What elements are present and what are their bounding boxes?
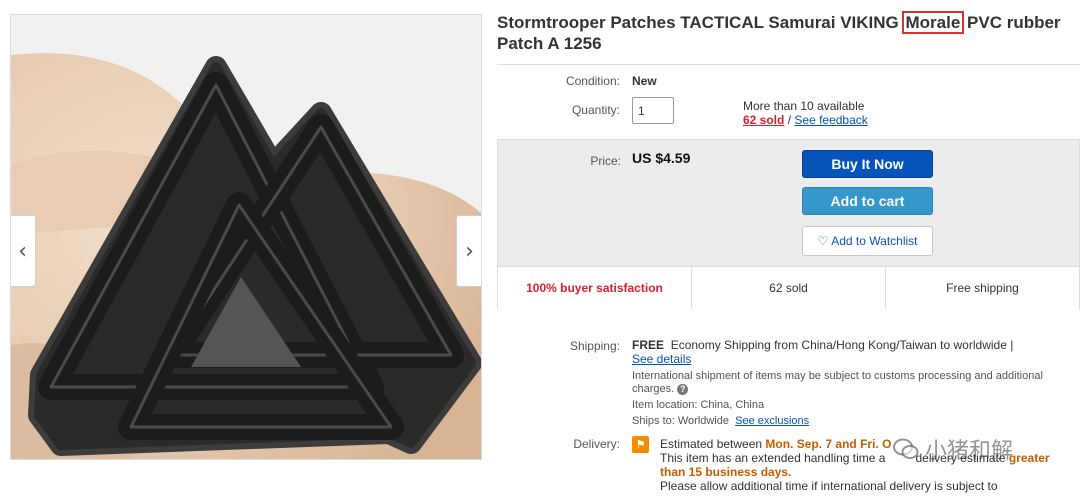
see-details-link[interactable]: See details (632, 352, 691, 366)
purchase-box: Price: US $4.59 Buy It Now Add to cart ♡… (497, 139, 1080, 309)
ships-to-label: Ships to: (632, 415, 675, 427)
buy-it-now-button[interactable]: Buy It Now (802, 150, 933, 178)
estimated-prefix: Estimated between (660, 437, 763, 451)
sold-count-link[interactable]: 62 sold (743, 113, 784, 127)
see-exclusions-link[interactable]: See exclusions (735, 415, 809, 427)
item-location: Item location: China, China (632, 399, 1072, 412)
separator: / (787, 113, 792, 127)
ships-to-value: Worldwide (677, 415, 730, 427)
shipping-label: Shipping: (569, 339, 620, 353)
watermark: 小猪和解 (893, 433, 1013, 465)
shipping-description: Economy Shipping from China/Hong Kong/Ta… (670, 338, 1014, 352)
shipping-summary: FREE Economy Shipping from China/Hong Ko… (632, 338, 1072, 366)
add-to-watchlist-button[interactable]: ♡ Add to Watchlist (802, 226, 933, 256)
watermark-text: 小猪和解 (925, 439, 1014, 464)
wechat-logo-icon (893, 438, 919, 459)
item-location-label: Item location: (632, 399, 698, 411)
sold-stat: 62 sold (692, 267, 886, 309)
watchlist-label: Add to Watchlist (831, 234, 918, 248)
handling-text-a: This item has an extended handling time … (660, 451, 886, 465)
product-image (11, 15, 481, 459)
previous-image-button[interactable]: ‹ (11, 215, 36, 287)
international-note: International shipment of items may be s… (632, 370, 1072, 396)
international-note-text: International shipment of items may be s… (632, 370, 1043, 395)
item-location-value: China, China (700, 399, 765, 411)
delivery-info: Estimated between Mon. Sep. 7 and Fri. O… (660, 437, 1080, 493)
condition-label: Condition: (565, 74, 620, 88)
price-label: Price: (590, 154, 621, 168)
ships-to: Ships to: Worldwide See exclusions (632, 415, 1072, 428)
business-days-text: than 15 business days. (660, 465, 792, 479)
free-shipping-stat: Free shipping (946, 281, 1019, 295)
chevron-right-icon: › (465, 238, 474, 264)
quantity-input[interactable] (632, 97, 674, 124)
additional-time-text: Please allow additional time if internat… (660, 479, 998, 493)
listing-title: Stormtrooper Patches TACTICAL Samurai VI… (497, 11, 1077, 54)
title-text-start: Stormtrooper Patches TACTICAL Samurai VI… (497, 13, 904, 32)
price-value: US $4.59 (632, 150, 691, 166)
add-to-cart-button[interactable]: Add to cart (802, 187, 933, 215)
buyer-satisfaction-stat: 100% buyer satisfaction (498, 267, 692, 309)
estimated-dates: Mon. Sep. 7 and Fri. O (765, 437, 892, 451)
chevron-left-icon: ‹ (18, 238, 27, 264)
see-feedback-link[interactable]: See feedback (794, 113, 867, 127)
available-text: More than 10 available (743, 99, 865, 113)
quantity-label: Quantity: (571, 103, 620, 117)
shipping-free: FREE (632, 338, 665, 352)
availability-info: More than 10 available 62 sold / See fee… (743, 99, 868, 127)
title-divider (497, 64, 1080, 65)
delivery-label: Delivery: (573, 437, 620, 451)
title-highlight-morale: Morale (901, 11, 965, 34)
condition-value: New (632, 74, 657, 88)
seller-stats-bar: 100% buyer satisfaction 62 sold Free shi… (498, 266, 1079, 309)
next-image-button[interactable]: › (456, 215, 481, 287)
help-icon[interactable]: ? (677, 383, 689, 395)
flag-icon: ⚑ (632, 436, 649, 453)
product-image-gallery[interactable]: ‹ › (10, 14, 482, 460)
heart-icon: ♡ (817, 234, 829, 248)
greater-text: greater (1008, 451, 1050, 465)
